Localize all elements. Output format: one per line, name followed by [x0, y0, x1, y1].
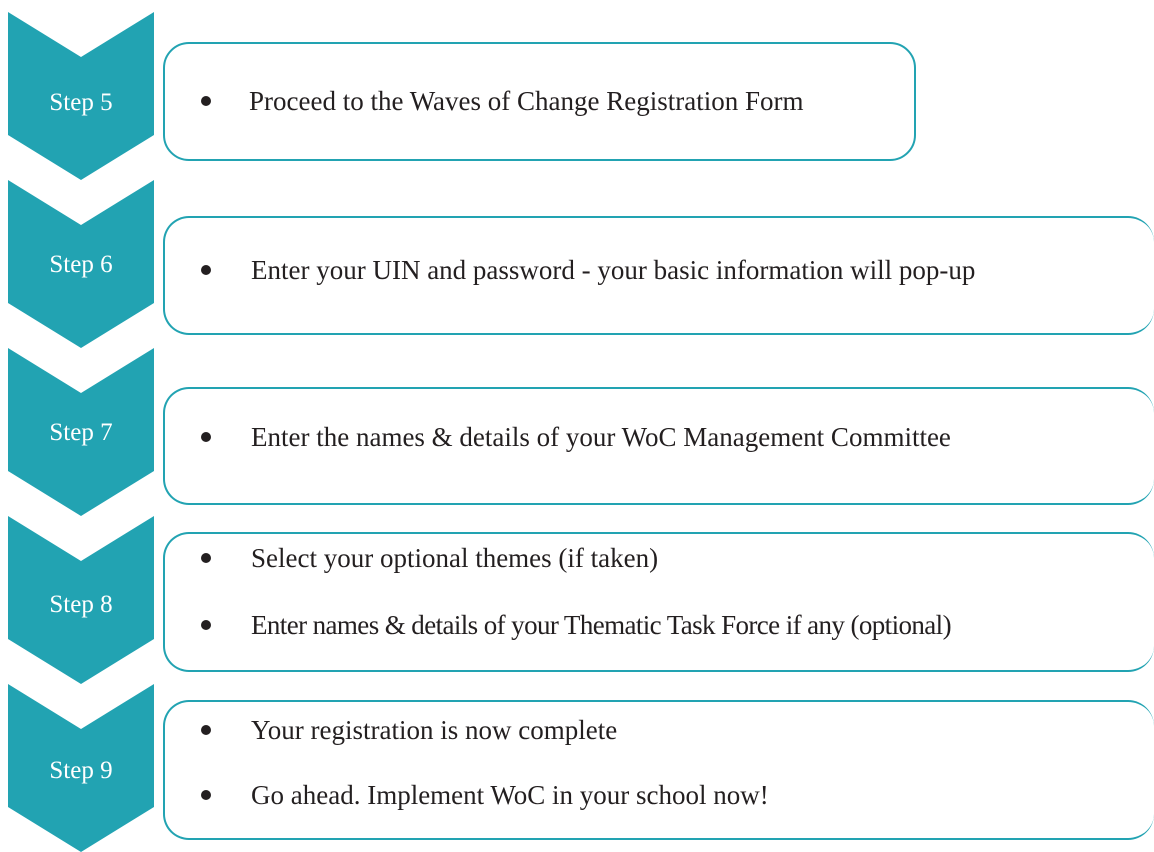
step-8-box: Select your optional themes (if taken) E… [163, 532, 1154, 672]
step-9-item-1-text: Your registration is now complete [251, 714, 618, 745]
step-7-item-1-text: Enter the names & details of your WoC Ma… [251, 421, 951, 452]
step-7-box: Enter the names & details of your WoC Ma… [163, 387, 1154, 505]
step-8-item-1: Select your optional themes (if taken) [165, 540, 1154, 576]
step-7-item-1: Enter the names & details of your WoC Ma… [165, 419, 1154, 455]
step-6-label: Step 6 [49, 251, 113, 278]
step-7-label: Step 7 [49, 419, 113, 446]
step-8-item-2-text: Enter names & details of your Thematic T… [251, 609, 952, 640]
bullet-icon [201, 724, 211, 735]
step-9-item-2-text: Go ahead. Implement WoC in your school n… [251, 779, 769, 810]
step-6-item-1: Enter your UIN and password - your basic… [165, 252, 1154, 288]
step-5-item-1-text: Proceed to the Waves of Change Registrat… [249, 85, 804, 116]
step-6-item-1-text: Enter your UIN and password - your basic… [251, 254, 976, 285]
step-8-item-1-text: Select your optional themes (if taken) [251, 542, 659, 573]
bullet-icon [201, 789, 211, 800]
step-5-box: Proceed to the Waves of Change Registrat… [163, 42, 916, 161]
step-8-item-2: Enter names & details of your Thematic T… [165, 607, 1154, 643]
bullet-icon [201, 552, 211, 563]
bullet-icon [201, 264, 211, 275]
bullet-icon [201, 95, 211, 106]
step-9-box: Your registration is now complete Go ahe… [163, 700, 1154, 840]
step-5-label: Step 5 [49, 89, 113, 116]
step-9-item-1: Your registration is now complete [165, 712, 1154, 748]
step-9-item-2: Go ahead. Implement WoC in your school n… [165, 777, 1154, 813]
bullet-icon [201, 431, 211, 442]
bullet-icon [201, 619, 211, 630]
step-5-item-1: Proceed to the Waves of Change Registrat… [165, 83, 914, 119]
step-6-box: Enter your UIN and password - your basic… [163, 216, 1154, 335]
step-8-label: Step 8 [49, 591, 113, 618]
step-9-label: Step 9 [49, 757, 113, 784]
